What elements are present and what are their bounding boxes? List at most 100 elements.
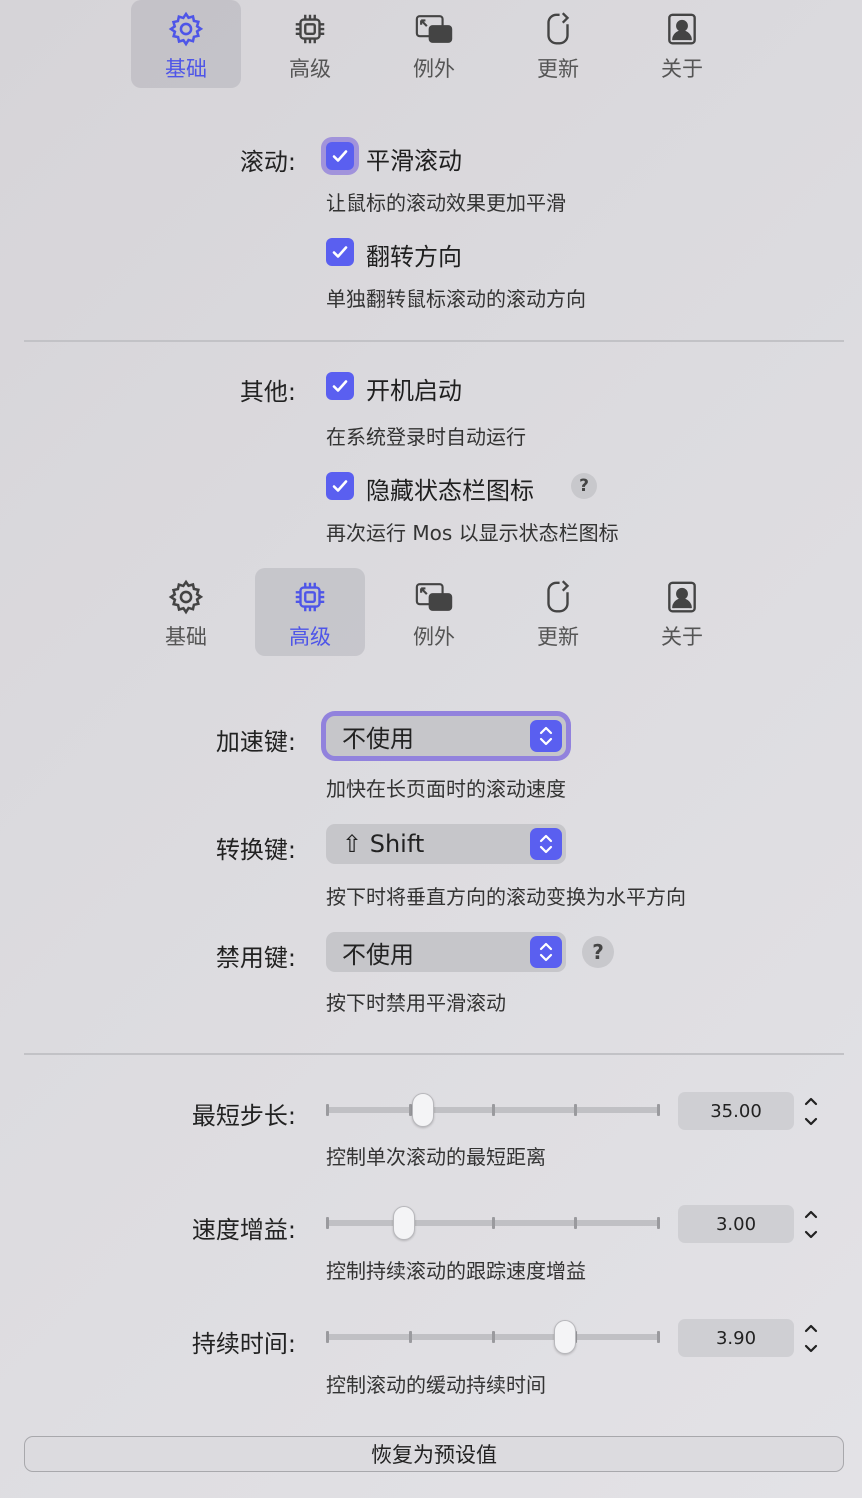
speed-gain-label: 速度增益: — [191, 1216, 296, 1244]
duration-stepper[interactable] — [798, 1318, 824, 1358]
tab-update[interactable]: 更新 — [503, 0, 613, 88]
slider-tick — [326, 1217, 329, 1229]
smooth-scroll-desc: 让鼠标的滚动效果更加平滑 — [326, 191, 566, 215]
other-section-label: 其他: — [239, 378, 296, 406]
slider-tick — [657, 1217, 660, 1229]
tab-basic[interactable]: 基础 — [131, 0, 241, 88]
chevron-down-icon[interactable] — [798, 1112, 824, 1131]
speed-gain-stepper[interactable] — [798, 1204, 824, 1244]
launch-at-login-label[interactable]: 开机启动 — [366, 371, 462, 406]
tab-label: 关于 — [661, 57, 703, 81]
tab-label: 更新 — [537, 625, 579, 649]
hide-status-icon-checkbox[interactable] — [326, 472, 354, 500]
section-divider — [24, 1053, 844, 1055]
chevron-updown-icon — [530, 720, 562, 752]
mouse-refresh-icon — [538, 9, 578, 49]
tab-label: 关于 — [661, 625, 703, 649]
slider-knob[interactable] — [393, 1206, 415, 1240]
accel-key-popup[interactable]: 不使用 — [326, 716, 566, 756]
cpu-icon — [290, 577, 330, 617]
speed-gain-field[interactable]: 3.00 — [678, 1205, 794, 1243]
accel-key-label: 加速键: — [215, 728, 296, 756]
slider-knob[interactable] — [554, 1320, 576, 1354]
toolbar-basic: 基础 高级 例外 更新 关于 — [0, 0, 862, 90]
help-button[interactable]: ? — [582, 936, 614, 968]
duration-label: 持续时间: — [191, 1330, 296, 1358]
window-exception-icon — [414, 9, 454, 49]
chevron-updown-icon — [530, 936, 562, 968]
slider-tick — [574, 1217, 577, 1229]
chevron-down-icon[interactable] — [798, 1225, 824, 1244]
tab-exceptions[interactable]: 例外 — [379, 568, 489, 656]
gear-icon — [166, 9, 206, 49]
slider-tick — [326, 1331, 329, 1343]
convert-key-value: ⇧ Shift — [342, 830, 425, 858]
tab-about[interactable]: 关于 — [627, 0, 737, 88]
chevron-up-icon[interactable] — [798, 1318, 824, 1337]
slider-tick — [492, 1104, 495, 1116]
launch-at-login-desc: 在系统登录时自动运行 — [326, 425, 526, 449]
smooth-scroll-checkbox[interactable] — [326, 142, 354, 170]
convert-key-popup[interactable]: ⇧ Shift — [326, 824, 566, 864]
speed-gain-desc: 控制持续滚动的跟踪速度增益 — [326, 1259, 586, 1283]
convert-key-desc: 按下时将垂直方向的滚动变换为水平方向 — [326, 885, 686, 909]
reverse-direction-desc: 单独翻转鼠标滚动的滚动方向 — [326, 287, 586, 311]
person-card-icon — [662, 577, 702, 617]
tab-update[interactable]: 更新 — [503, 568, 613, 656]
reverse-direction-checkbox[interactable] — [326, 238, 354, 266]
min-step-label: 最短步长: — [191, 1102, 296, 1130]
tab-label: 基础 — [165, 625, 207, 649]
chevron-down-icon[interactable] — [798, 1339, 824, 1358]
tab-label: 例外 — [413, 57, 455, 81]
person-card-icon — [662, 9, 702, 49]
slider-tick — [326, 1104, 329, 1116]
tab-label: 更新 — [537, 57, 579, 81]
reverse-direction-label[interactable]: 翻转方向 — [366, 237, 462, 272]
toolbar-advanced: 基础 高级 例外 更新 关于 — [0, 568, 862, 658]
min-step-stepper[interactable] — [798, 1091, 824, 1131]
smooth-scroll-label[interactable]: 平滑滚动 — [366, 141, 462, 176]
cpu-icon — [290, 9, 330, 49]
slider-knob[interactable] — [412, 1093, 434, 1127]
slider-tick — [492, 1217, 495, 1229]
disable-key-popup[interactable]: 不使用 — [326, 932, 566, 972]
hide-status-icon-label[interactable]: 隐藏状态栏图标 — [366, 471, 534, 506]
checkmark-icon — [332, 150, 348, 162]
tab-label: 高级 — [289, 57, 331, 81]
tab-about[interactable]: 关于 — [627, 568, 737, 656]
chevron-up-icon[interactable] — [798, 1091, 824, 1110]
disable-key-label: 禁用键: — [215, 944, 296, 972]
slider-tick — [409, 1331, 412, 1343]
tab-label: 高级 — [289, 625, 331, 649]
hide-status-icon-desc: 再次运行 Mos 以显示状态栏图标 — [326, 521, 619, 545]
section-divider — [24, 340, 844, 342]
gear-icon — [166, 577, 206, 617]
slider-tick — [657, 1104, 660, 1116]
convert-key-label: 转换键: — [215, 836, 296, 864]
chevron-up-icon[interactable] — [798, 1204, 824, 1223]
launch-at-login-checkbox[interactable] — [326, 372, 354, 400]
tab-label: 基础 — [165, 57, 207, 81]
accel-key-value: 不使用 — [342, 724, 414, 753]
tab-basic[interactable]: 基础 — [131, 568, 241, 656]
slider-tick — [657, 1331, 660, 1343]
duration-field[interactable]: 3.90 — [678, 1319, 794, 1357]
checkmark-icon — [332, 480, 348, 492]
duration-desc: 控制滚动的缓动持续时间 — [326, 1373, 546, 1397]
disable-key-desc: 按下时禁用平滑滚动 — [326, 991, 506, 1015]
disable-key-value: 不使用 — [342, 940, 414, 969]
reset-defaults-button[interactable]: 恢复为预设值 — [24, 1436, 844, 1472]
tab-advanced[interactable]: 高级 — [255, 0, 365, 88]
tab-label: 例外 — [413, 625, 455, 649]
chevron-updown-icon — [530, 828, 562, 860]
window-exception-icon — [414, 577, 454, 617]
tab-exceptions[interactable]: 例外 — [379, 0, 489, 88]
help-button[interactable]: ? — [571, 473, 597, 499]
accel-key-desc: 加快在长页面时的滚动速度 — [326, 777, 566, 801]
min-step-field[interactable]: 35.00 — [678, 1092, 794, 1130]
checkmark-icon — [332, 380, 348, 392]
mouse-refresh-icon — [538, 577, 578, 617]
tab-advanced[interactable]: 高级 — [255, 568, 365, 656]
min-step-desc: 控制单次滚动的最短距离 — [326, 1145, 546, 1169]
checkmark-icon — [332, 246, 348, 258]
